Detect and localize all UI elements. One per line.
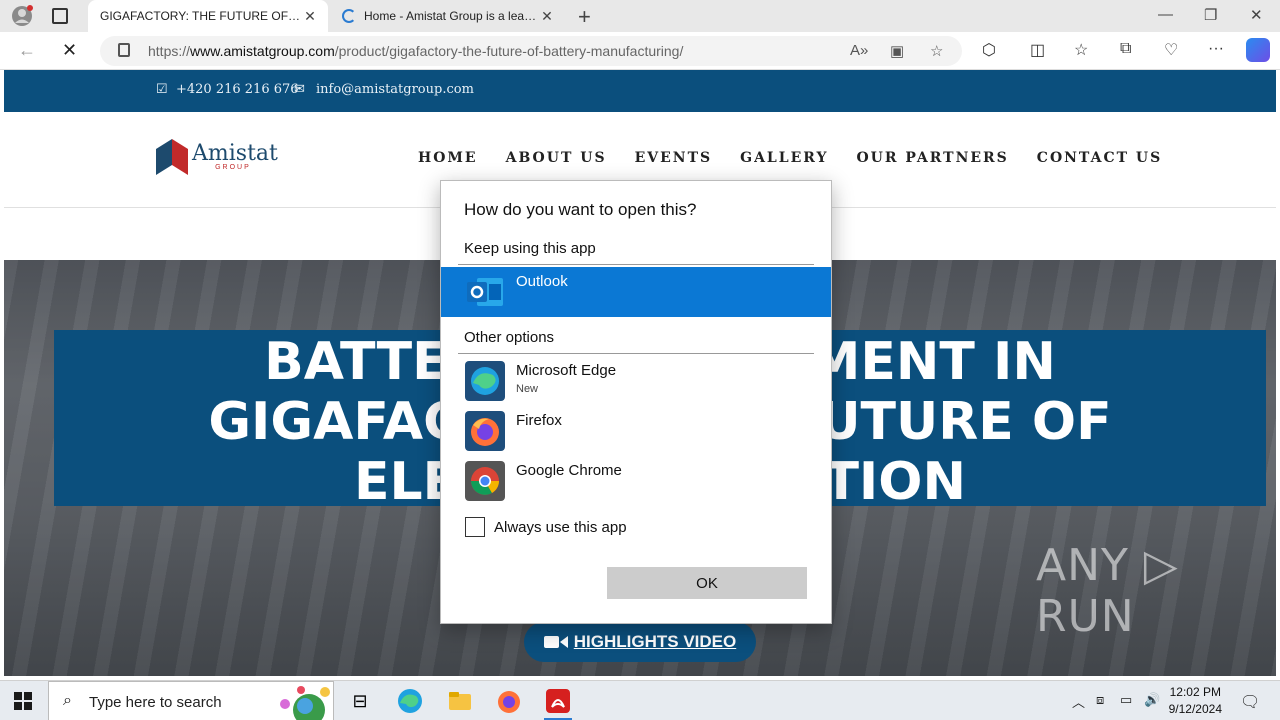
app-option-outlook[interactable]: Outlook [441,267,831,317]
edge-icon [465,361,505,401]
divider [458,264,814,265]
other-options-label: Other options [464,329,555,346]
app-option-edge[interactable]: Microsoft Edge New [441,356,831,406]
search-placeholder: Type here to search [89,694,222,711]
notifications-icon[interactable]: 🗨 [1240,692,1260,712]
immersive-reader-icon[interactable]: ▣ [890,42,904,60]
address-toolbar: ← ✕ https://www.amistatgroup.com/product… [0,32,1280,70]
dialog-question: How do you want to open this? [464,200,697,219]
menu-about[interactable]: ABOUT US [506,150,607,166]
menu-events[interactable]: EVENTS [635,150,713,166]
tab-actions-icon[interactable] [52,8,68,24]
phone-icon: ☑ [156,82,168,97]
tab-label: Home - Amistat Group is a leading [364,9,539,23]
email-icon: ✉ [294,82,305,97]
always-use-row[interactable]: Always use this app [465,517,627,537]
divider [458,353,814,354]
app-option-firefox[interactable]: Firefox [441,406,831,456]
chrome-icon [465,461,505,501]
file-explorer-icon[interactable] [446,687,474,715]
copilot-icon[interactable] [1246,38,1270,62]
url-text[interactable]: https://www.amistatgroup.com/product/gig… [148,43,683,59]
app-name: Microsoft Edge [516,362,617,379]
show-hidden-icons-icon[interactable]: ︿ [1072,692,1085,711]
collections-icon[interactable]: ⧉ [1120,40,1131,58]
address-bar[interactable]: https://www.amistatgroup.com/product/gig… [100,36,962,66]
read-aloud-icon[interactable]: A» [850,42,868,59]
video-camera-icon [543,636,568,648]
tab-label: GIGAFACTORY: THE FUTURE OF BATTERY MANUF… [100,9,302,23]
profile-icon[interactable] [10,5,34,27]
keep-using-label: Keep using this app [464,240,596,257]
always-use-label: Always use this app [494,518,627,536]
menu-gallery[interactable]: GALLERY [740,150,828,166]
firefox-taskbar-icon[interactable] [495,687,523,715]
main-menu: HOME ABOUT US EVENTS GALLERY OUR PARTNER… [418,150,1162,166]
app-option-chrome[interactable]: Google Chrome [441,456,831,506]
site-logo[interactable]: Amistat GROUP [156,137,278,177]
open-with-dialog: How do you want to open this? Keep using… [440,180,832,624]
restore-icon[interactable]: ❐ [1204,6,1217,24]
clock-time: 12:02 PM [1169,685,1221,699]
performance-icon[interactable]: ♡ [1164,40,1178,60]
tab-home[interactable]: Home - Amistat Group is a leading ✕ [330,0,565,32]
search-highlight-icon [280,686,330,720]
display-icon[interactable]: ▭ [1120,692,1132,708]
minimize-icon[interactable]: — [1158,6,1173,23]
browser-tabbar: GIGAFACTORY: THE FUTURE OF BATTERY MANUF… [0,0,1280,32]
app-name: Firefox [516,412,562,429]
always-use-checkbox[interactable] [465,517,485,537]
volume-icon[interactable]: 🔊 [1144,692,1160,708]
lock-icon[interactable] [118,43,130,57]
logo-mark-icon [156,139,188,175]
contact-bar: ☑ +420 216 216 676 ✉ info@amistatgroup.c… [4,70,1276,112]
edge-taskbar-icon[interactable] [396,687,424,715]
logo-word: Amistat [192,140,278,166]
anyrun-watermark: ANY ▷ RUN [1036,540,1179,642]
menu-home[interactable]: HOME [418,150,478,166]
app-name: Google Chrome [516,462,622,479]
app-note: New [516,383,539,395]
taskbar: ⌕ Type here to search ⊟ ︿ ⧈ ▭ 🔊 12:02 PM… [0,680,1280,720]
more-menu-icon[interactable]: ··· [1208,40,1224,58]
split-screen-icon[interactable]: ◫ [1030,40,1045,60]
close-window-icon[interactable]: ✕ [1250,6,1263,24]
ok-button[interactable]: OK [607,567,807,599]
back-icon[interactable]: ← [18,40,36,61]
menu-contact[interactable]: CONTACT US [1037,150,1162,166]
favorite-star-icon[interactable]: ☆ [930,42,943,60]
windows-start-icon[interactable] [14,692,32,710]
phone-number[interactable]: +420 216 216 676 [176,82,299,97]
taskbar-search[interactable]: ⌕ Type here to search [48,681,334,720]
system-clock[interactable]: 12:02 PM 9/12/2024 [1169,684,1222,718]
highlights-video-label: HIGHLIGHTS VIDEO [573,632,737,651]
firefox-icon [465,411,505,451]
stop-loading-icon[interactable]: ✕ [62,40,77,61]
tab-gigafactory[interactable]: GIGAFACTORY: THE FUTURE OF BATTERY MANUF… [88,0,328,32]
acrobat-icon[interactable] [544,687,572,715]
search-icon: ⌕ [63,692,72,709]
loading-icon [342,9,356,23]
email-link[interactable]: info@amistatgroup.com [316,82,474,97]
outlook-icon [467,278,503,306]
extensions-icon[interactable]: ⬡ [982,40,996,60]
network-icon[interactable]: ⧈ [1096,692,1104,708]
task-view-icon[interactable]: ⊟ [346,687,374,715]
app-name: Outlook [516,273,568,290]
close-tab-icon[interactable]: ✕ [302,8,318,25]
clock-date: 9/12/2024 [1168,702,1222,716]
menu-partners[interactable]: OUR PARTNERS [856,150,1008,166]
new-tab-button[interactable]: + [578,4,591,30]
highlights-video-button[interactable]: HIGHLIGHTS VIDEO [524,622,756,662]
favorites-icon[interactable]: ☆ [1074,40,1088,60]
close-tab-icon[interactable]: ✕ [539,8,555,25]
